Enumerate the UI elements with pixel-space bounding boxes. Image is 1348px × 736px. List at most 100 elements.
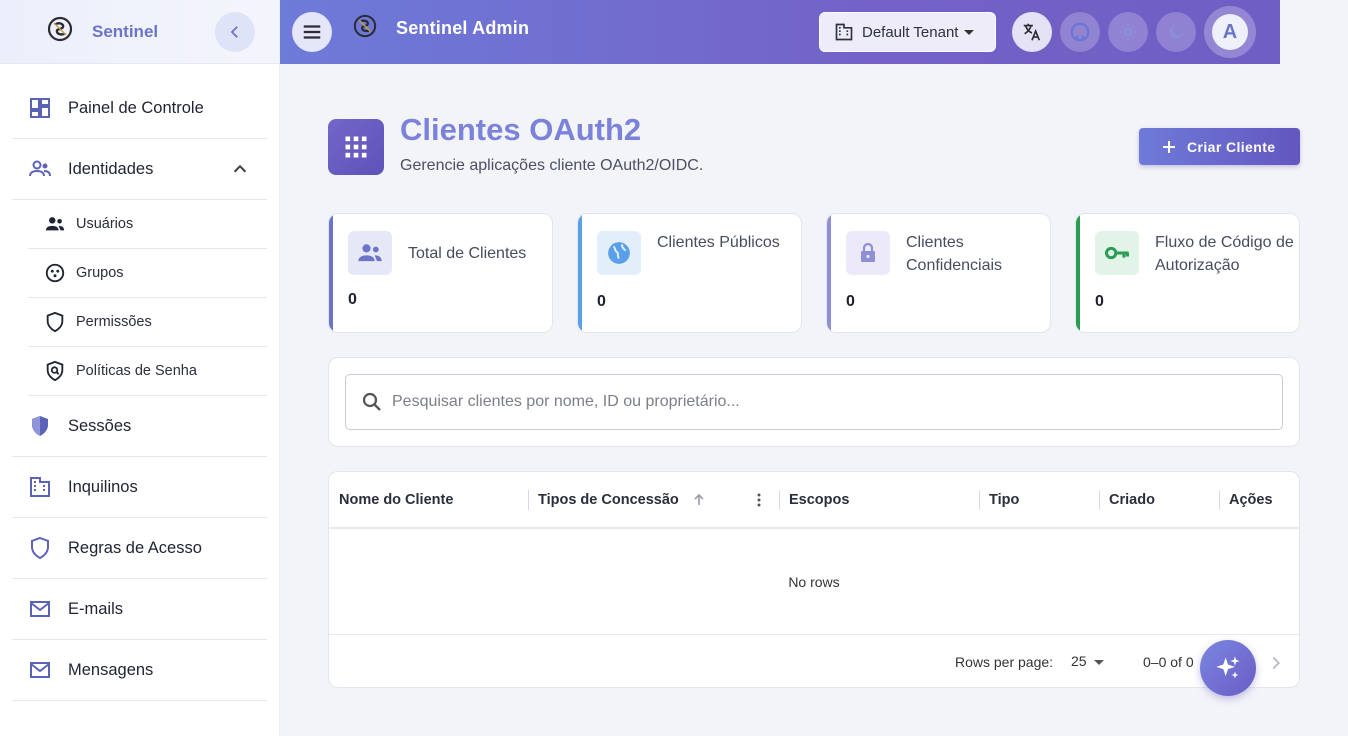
card-accent	[827, 214, 831, 332]
sidebar-item-label: E-mails	[68, 599, 124, 618]
people-icon	[29, 160, 51, 177]
key-icon	[1095, 231, 1139, 275]
stat-label: Fluxo de Código de Autorização	[1155, 234, 1294, 274]
column-header-grant-types[interactable]: Tipos de Concessão	[529, 472, 780, 527]
column-menu-icon[interactable]	[750, 491, 768, 509]
app-title: Sentinel Admin	[396, 18, 530, 38]
page-subtitle: Gerencie aplicações cliente OAuth2/OIDC.	[400, 157, 704, 174]
language-button[interactable]	[1012, 12, 1052, 52]
column-header-label: Tipo	[989, 491, 1020, 508]
settings-button[interactable]	[1108, 12, 1148, 52]
sidebar-item-label: Mensagens	[68, 660, 154, 679]
sidebar-item-label: Sessões	[68, 416, 132, 435]
sidebar: Sentinel Painel de Controle Identidades …	[0, 0, 280, 736]
stat-card-confidential: Clientes Confidenciais 0	[826, 213, 1051, 333]
empty-state-text: No rows	[788, 574, 840, 590]
sidebar-item-users[interactable]: Usuários	[28, 200, 267, 249]
sparkles-icon	[1216, 656, 1240, 679]
create-client-button[interactable]: Criar Cliente	[1139, 128, 1300, 165]
sidebar-item-messages[interactable]: Mensagens	[12, 640, 267, 701]
sidebar-item-groups[interactable]: Grupos	[28, 249, 267, 298]
sidebar-item-password-policies[interactable]: Políticas de Senha	[28, 347, 267, 396]
groups-icon	[45, 263, 65, 283]
sidebar-item-emails[interactable]: E-mails	[12, 579, 267, 640]
sentinel-logo-icon	[353, 14, 377, 38]
sidebar-collapse-button[interactable]	[215, 12, 255, 52]
column-header-name[interactable]: Nome do Cliente	[329, 472, 529, 527]
column-header-label: Escopos	[789, 491, 850, 508]
stat-card-total: Total de Clientes 0	[328, 213, 553, 333]
table-header: Nome do Cliente Tipos de Concessão Escop…	[329, 472, 1299, 529]
sidebar-item-sessions[interactable]: Sessões	[12, 396, 267, 457]
sidebar-item-label: Identidades	[68, 159, 154, 178]
sidebar-submenu: Usuários Grupos Permissões Políticas de …	[28, 200, 267, 396]
sidebar-item-access-rules[interactable]: Regras de Acesso	[12, 518, 267, 579]
sidebar-item-label: Regras de Acesso	[68, 538, 202, 557]
column-header-label: Nome do Cliente	[339, 491, 454, 508]
tenant-select[interactable]: Default Tenant	[819, 12, 996, 52]
column-header-label: Criado	[1109, 491, 1155, 508]
column-header-type[interactable]: Tipo	[980, 472, 1100, 527]
ai-assistant-button[interactable]	[1200, 640, 1256, 696]
table-pagination: Rows per page: 25 0–0 of 0	[329, 634, 1299, 687]
avatar[interactable]: A	[1212, 14, 1248, 50]
shield-outline-icon	[31, 536, 49, 560]
sidebar-item-label: Políticas de Senha	[76, 363, 197, 379]
sidebar-item-label: Permissões	[76, 314, 152, 330]
building-icon	[835, 23, 853, 41]
sidebar-item-label: Inquilinos	[68, 477, 138, 496]
tenant-select-value: Default Tenant	[862, 23, 959, 41]
sidebar-item-permissions[interactable]: Permissões	[28, 298, 267, 347]
chevron-right-icon[interactable]	[1265, 652, 1287, 674]
topbar: Sentinel Admin Default Tenant A	[280, 0, 1280, 64]
card-accent	[329, 214, 333, 332]
caret-down-icon[interactable]	[1094, 660, 1104, 665]
stat-value: 0	[846, 293, 855, 310]
sidebar-nav: Painel de Controle Identidades Usuários …	[12, 78, 267, 701]
gear-icon	[1118, 22, 1138, 42]
sidebar-item-label: Grupos	[76, 265, 124, 281]
column-header-label: Ações	[1229, 491, 1273, 508]
menu-button[interactable]	[292, 12, 332, 52]
page-title: Clientes OAuth2	[400, 112, 642, 147]
menu-icon	[303, 25, 321, 39]
column-header-created[interactable]: Criado	[1100, 472, 1220, 527]
github-icon	[1070, 22, 1090, 42]
github-button[interactable]	[1060, 12, 1100, 52]
column-header-actions[interactable]: Ações	[1220, 472, 1299, 527]
clients-table: Nome do Cliente Tipos de Concessão Escop…	[328, 471, 1300, 688]
sidebar-item-dashboard[interactable]: Painel de Controle	[12, 78, 267, 139]
stat-value: 0	[597, 293, 606, 310]
mail-icon	[30, 662, 50, 678]
search-icon	[362, 392, 381, 411]
avatar-ring: A	[1204, 6, 1256, 58]
search-input[interactable]	[392, 393, 1252, 411]
people-icon	[348, 231, 392, 275]
dashboard-icon	[30, 98, 50, 118]
search-field[interactable]	[345, 374, 1283, 430]
mail-icon	[30, 601, 50, 617]
column-header-scopes[interactable]: Escopos	[780, 472, 980, 527]
create-client-label: Criar Cliente	[1187, 138, 1276, 155]
stat-card-public: Clientes Públicos 0	[577, 213, 802, 333]
card-accent	[578, 214, 582, 332]
rows-per-page-select[interactable]: 25	[1071, 653, 1087, 669]
arrow-up-sort-icon[interactable]	[691, 492, 707, 508]
building-icon	[30, 477, 50, 497]
pagination-range: 0–0 of 0	[1143, 654, 1194, 670]
caret-down-icon	[964, 29, 975, 35]
lock-icon	[846, 231, 890, 275]
stat-value: 0	[348, 291, 357, 308]
card-accent	[1076, 214, 1080, 332]
sidebar-item-tenants[interactable]: Inquilinos	[12, 457, 267, 518]
chevron-up-icon	[233, 164, 247, 173]
apps-icon	[328, 119, 384, 175]
theme-toggle-button[interactable]	[1156, 12, 1196, 52]
rows-per-page-label: Rows per page:	[955, 654, 1054, 670]
sidebar-item-identities[interactable]: Identidades	[12, 139, 267, 200]
stat-label: Clientes Públicos	[657, 234, 780, 251]
globe-icon	[597, 231, 641, 275]
chevron-left-icon	[230, 26, 238, 38]
plus-icon	[1163, 140, 1175, 153]
sidebar-item-label: Usuários	[76, 216, 134, 232]
